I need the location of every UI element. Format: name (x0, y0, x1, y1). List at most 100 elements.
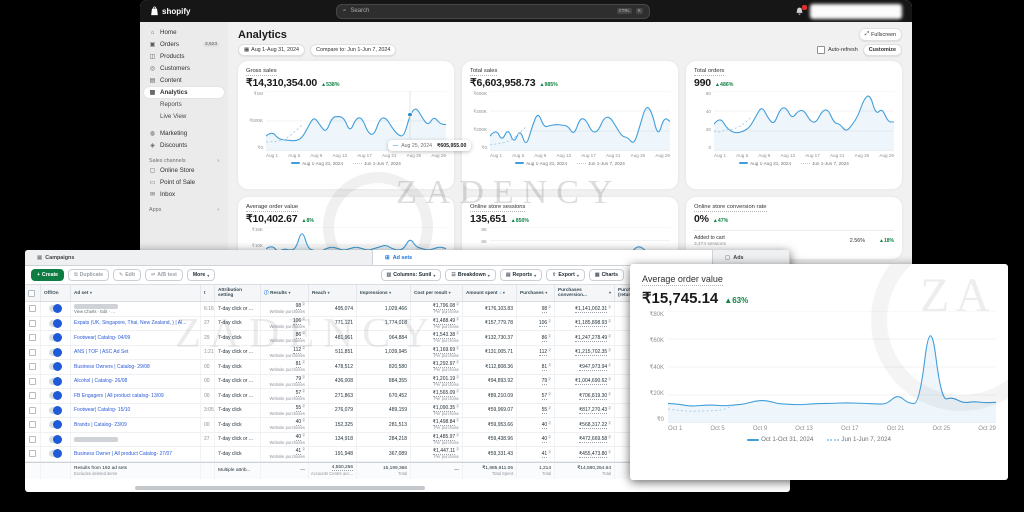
adset-toggle[interactable] (49, 407, 62, 414)
row-checkbox[interactable] (29, 407, 36, 414)
reports-button[interactable]: ▤Reports▾ (500, 269, 542, 281)
ad-set-name-link[interactable]: ANS | TOF | ASC Ad Set (74, 349, 196, 355)
adset-toggle[interactable] (49, 363, 62, 370)
ad-set-name-link[interactable]: Business Owners | Catalog- 29/08 (74, 364, 196, 370)
sidebar-item-point-of-sale[interactable]: ▭Point of Sale (144, 177, 224, 188)
adset-toggle[interactable] (49, 305, 62, 312)
ad-set-name-link[interactable]: Business Owner | All product Catalog- 27… (74, 451, 196, 457)
row-checkbox[interactable] (29, 305, 36, 312)
duplicate-button[interactable]: ⧉Duplicate (68, 269, 109, 281)
sidebar-item-analytics[interactable]: ▦Analytics (144, 87, 224, 98)
column-header-results[interactable]: ⓘResults▾ (261, 285, 309, 301)
more-button[interactable]: More▾ (187, 269, 215, 281)
ad-set-name-link[interactable]: Footwear| Catalog- 04/09 (74, 335, 196, 341)
column-header-purchases[interactable]: Purchases▾ (517, 285, 555, 301)
column-header-attr[interactable]: Attribution setting (215, 285, 261, 301)
column-header-cost[interactable]: Cost per result▾ (411, 285, 463, 301)
adset-toggle[interactable] (49, 450, 62, 457)
ab-test-button[interactable]: ⇄A/B test (145, 269, 183, 281)
adset-toggle[interactable] (49, 378, 62, 385)
footnote-marker: 2 (548, 334, 551, 338)
line-chart[interactable] (490, 91, 670, 151)
adset-toggle[interactable] (49, 320, 62, 327)
ad-set-name-link[interactable]: Expats (UK, Singapore, Thai, New Zealand… (74, 320, 196, 326)
columns-button[interactable]: ▥Columns: Sunil▾ (381, 269, 442, 281)
row-checkbox[interactable] (29, 436, 36, 443)
shopify-topbar: shopify ⌕ Search CTRL K (140, 0, 912, 22)
breakdown-button[interactable]: ☰Breakdown▾ (445, 269, 495, 281)
ad-set-name-link[interactable]: Alcohol | Catalog- 26/08 (74, 378, 196, 384)
export-button[interactable]: ⇧Export▾ (546, 269, 585, 281)
metric-title[interactable]: Online store sessions (470, 204, 670, 210)
column-header-cb[interactable] (25, 285, 41, 301)
adset-toggle[interactable] (49, 349, 62, 356)
adset-toggle[interactable] (49, 392, 62, 399)
shopify-logo[interactable]: shopify (150, 6, 190, 16)
row-hover-actions[interactable]: View Charts · Edit · … (74, 309, 197, 314)
column-header-time[interactable]: t (201, 285, 215, 301)
column-header-spent[interactable]: Amount spent↓▾ (463, 285, 517, 301)
sidebar-item-discounts[interactable]: ◈Discounts (144, 140, 224, 151)
row-checkbox[interactable] (29, 363, 36, 370)
select-all-checkbox[interactable] (28, 290, 35, 297)
tab-ads[interactable]: ▢ Ads (713, 250, 790, 265)
row-checkbox[interactable] (29, 378, 36, 385)
reports-label: Reports (513, 272, 533, 278)
value-text: ₹1,247,278.49 (575, 335, 607, 342)
sidebar-item-reports[interactable]: Reports (144, 99, 224, 110)
sidebar-section-apps[interactable]: Apps› (144, 207, 224, 213)
line-chart[interactable] (714, 91, 894, 151)
column-header-impressions[interactable]: Impressions▾ (357, 285, 411, 301)
adset-toggle[interactable] (49, 421, 62, 428)
fullscreen-button[interactable]: ⤢ Fullscreen (859, 28, 902, 41)
store-name[interactable] (810, 4, 902, 19)
metric-title[interactable]: Total sales (470, 68, 670, 74)
notifications-bell-icon[interactable] (795, 7, 804, 16)
sidebar-item-products[interactable]: ◫Products (144, 51, 224, 62)
horizontal-scrollbar[interactable] (135, 486, 425, 490)
tab-ad-sets[interactable]: ⊞ Ad sets (373, 250, 713, 265)
column-header-conv[interactable]: Purchases conversion...▾ (555, 285, 615, 301)
search-input[interactable]: ⌕ Search CTRL K (336, 4, 650, 19)
customize-button[interactable]: Customize (863, 44, 902, 56)
adset-toggle[interactable] (49, 436, 62, 443)
line-chart[interactable] (668, 311, 996, 423)
row-checkbox[interactable] (29, 349, 36, 356)
ad-set-name-link[interactable]: FB Engagers | All product catalog- 13/09 (74, 393, 196, 399)
tab-campaigns[interactable]: ▣ Campaigns (25, 250, 373, 265)
sidebar-item-inbox[interactable]: ✉Inbox (144, 189, 224, 200)
row-checkbox[interactable] (29, 320, 36, 327)
ad-set-name-link[interactable]: Brands | Catalog- 23/09 (74, 422, 196, 428)
auto-refresh-checkbox[interactable]: Auto-refresh (817, 46, 858, 54)
compare-button[interactable]: Compare to: Jun 1-Jun 7, 2024 (310, 44, 396, 56)
metric-title[interactable]: Average order value (246, 204, 446, 210)
sidebar-item-home[interactable]: ⌂Home (144, 27, 224, 38)
edit-button[interactable]: ✎Edit (113, 269, 141, 281)
ad-set-name-link[interactable]: Footwear| Catalog- 15/10 (74, 407, 196, 413)
metric-title[interactable]: Online store conversion rate (694, 204, 894, 210)
sidebar-item-content[interactable]: ▤Content (144, 75, 224, 86)
sidebar-item-online-store[interactable]: ▢Online Store (144, 165, 224, 176)
row-checkbox[interactable] (29, 334, 36, 341)
sidebar-item-marketing[interactable]: ◍Marketing (144, 128, 224, 139)
cell-attr: 7-day click or ... (215, 389, 261, 403)
cell-name (71, 433, 201, 447)
metric-title[interactable]: Average order value (642, 274, 996, 284)
adset-toggle[interactable] (49, 334, 62, 341)
column-header-reach[interactable]: Reach▾ (309, 285, 357, 301)
column-header-toggle[interactable]: Off/On (41, 285, 71, 301)
sidebar-item-orders[interactable]: ▣Orders3,623 (144, 39, 224, 50)
row-checkbox[interactable] (29, 421, 36, 428)
metric-title[interactable]: Gross sales (246, 68, 446, 74)
row-checkbox[interactable] (29, 450, 36, 457)
footnote-marker: 2 (548, 319, 551, 323)
create-button[interactable]: +Create (31, 269, 64, 281)
date-range-button[interactable]: ▦ Aug 1-Aug 31, 2024 (238, 44, 305, 56)
row-checkbox[interactable] (29, 392, 36, 399)
column-header-name[interactable]: Ad set▾ (71, 285, 201, 301)
metric-title[interactable]: Total orders (694, 68, 894, 74)
sidebar-section-sales-channels[interactable]: Sales channels› (144, 158, 224, 164)
sidebar-item-customers[interactable]: ◎Customers (144, 63, 224, 74)
charts-button[interactable]: ▦Charts (589, 269, 624, 281)
sidebar-item-live-view[interactable]: Live View (144, 111, 224, 122)
